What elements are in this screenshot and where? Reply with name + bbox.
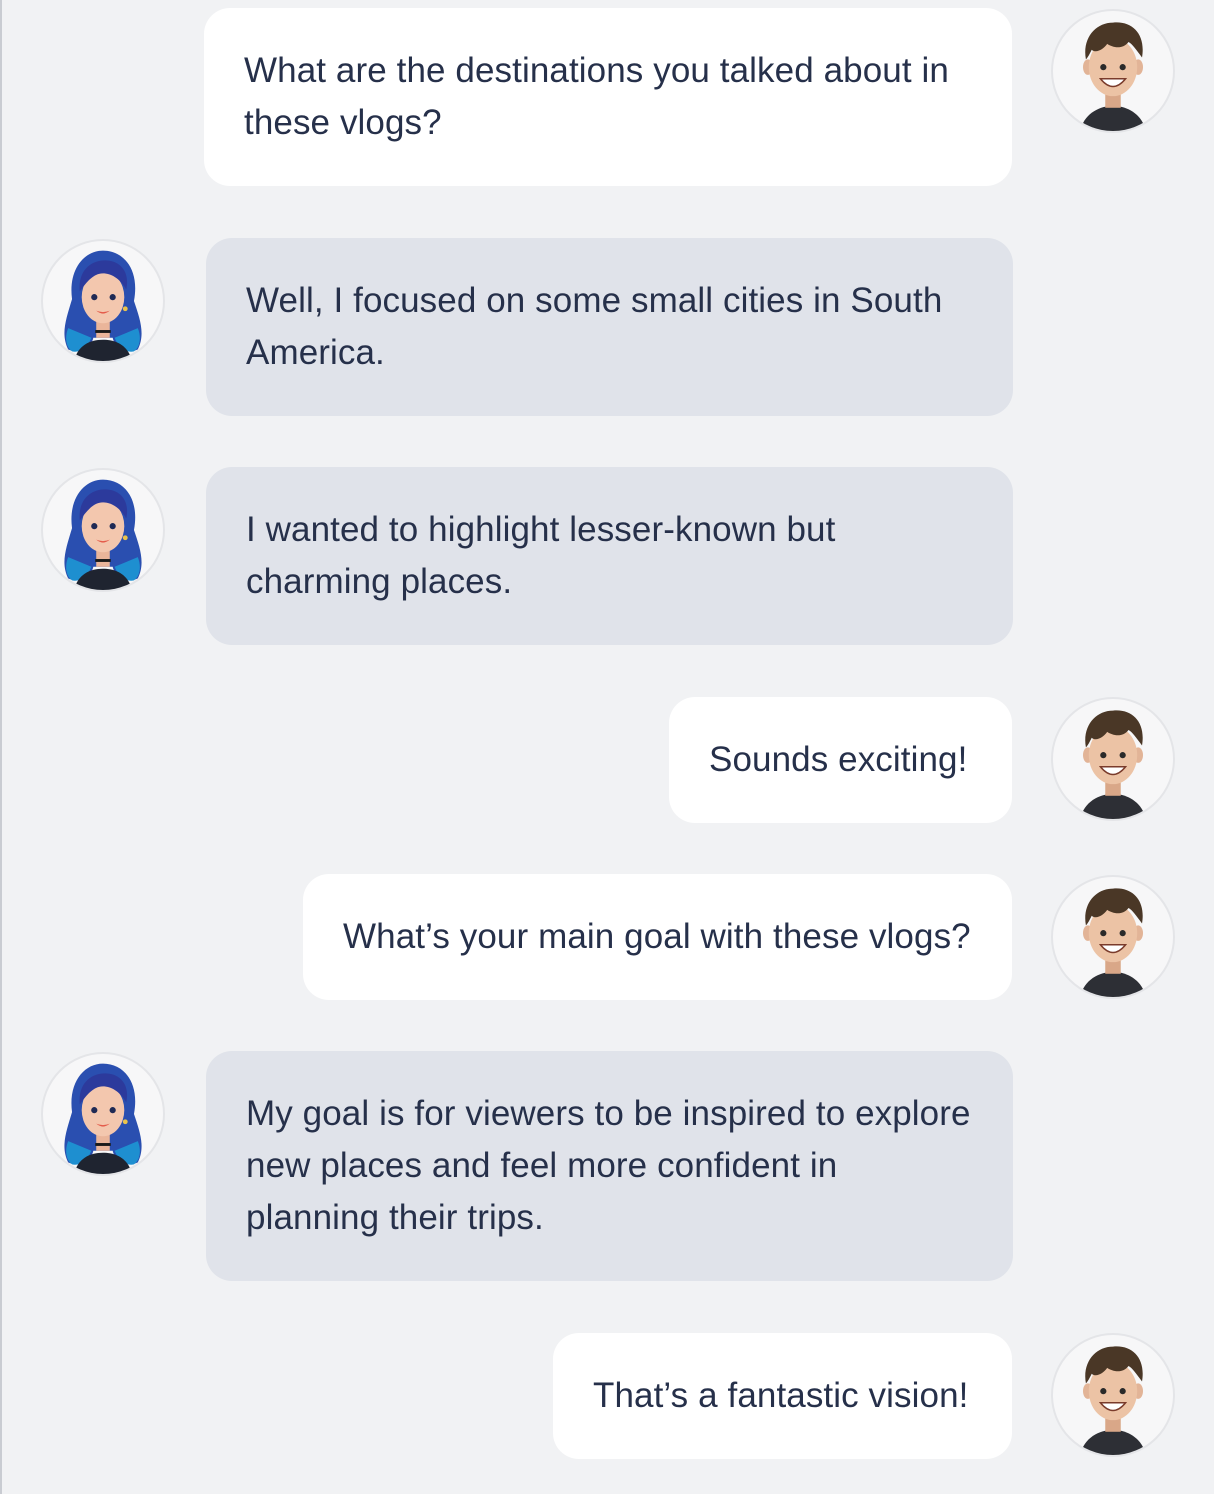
- message-text: My goal is for viewers to be inspired to…: [246, 1094, 971, 1237]
- girl-avatar-icon: [41, 468, 165, 592]
- message-text: That’s a fantastic vision!: [593, 1376, 969, 1415]
- girl-avatar-icon: [41, 239, 165, 363]
- user-message-bubble: What’s your main goal with these vlogs?: [303, 874, 1012, 1000]
- bot-message-bubble: Well, I focused on some small cities in …: [206, 238, 1013, 416]
- message-text: Well, I focused on some small cities in …: [246, 281, 943, 372]
- user-message-bubble: What are the destinations you talked abo…: [204, 8, 1012, 186]
- panel-border: [0, 0, 2, 1494]
- boy-avatar-icon: [1051, 9, 1175, 133]
- bot-message-bubble: My goal is for viewers to be inspired to…: [206, 1051, 1013, 1281]
- boy-avatar-icon: [1051, 875, 1175, 999]
- boy-avatar-icon: [1051, 697, 1175, 821]
- message-text: What’s your main goal with these vlogs?: [343, 917, 971, 956]
- message-text: I wanted to highlight lesser-known but c…: [246, 510, 836, 601]
- user-message-bubble: That’s a fantastic vision!: [553, 1333, 1012, 1459]
- user-message-bubble: Sounds exciting!: [669, 697, 1012, 823]
- girl-avatar-icon: [41, 1052, 165, 1176]
- bot-message-bubble: I wanted to highlight lesser-known but c…: [206, 467, 1013, 645]
- message-text: Sounds exciting!: [709, 740, 968, 779]
- boy-avatar-icon: [1051, 1333, 1175, 1457]
- message-text: What are the destinations you talked abo…: [244, 51, 949, 142]
